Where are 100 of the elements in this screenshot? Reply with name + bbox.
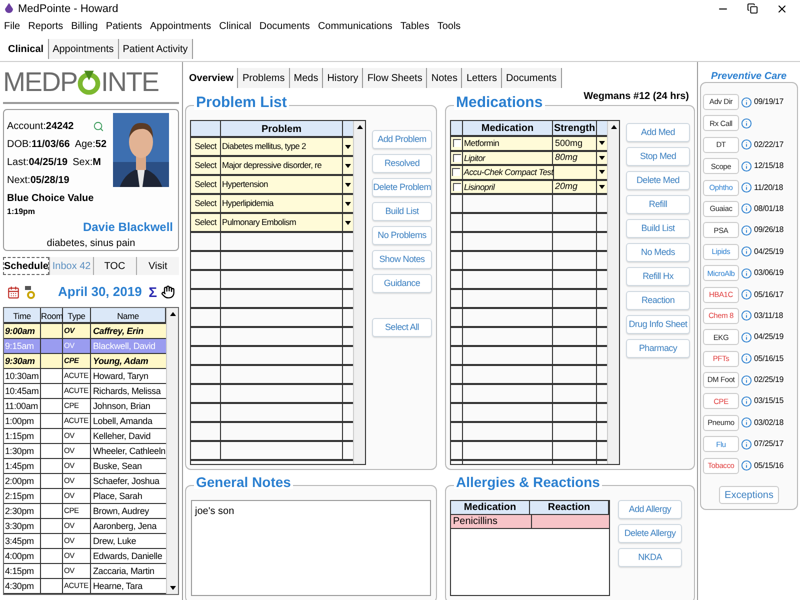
patient-field: DOB:11/03/66: [7, 137, 70, 152]
column-header: Medication: [451, 501, 530, 514]
action-button[interactable]: Delete Problem: [372, 178, 432, 197]
action-button[interactable]: Guidance: [372, 274, 432, 293]
select-button[interactable]: Select: [191, 157, 221, 174]
table-cell-text: Wheeler, Cathleeln: [92, 445, 166, 458]
action-button[interactable]: Select All: [372, 318, 432, 337]
tab[interactable]: History: [323, 68, 364, 88]
action-button[interactable]: Build List: [372, 202, 432, 221]
menu-item[interactable]: Billing: [71, 18, 98, 34]
tab[interactable]: Flow Sheets: [363, 68, 428, 88]
column-header: Time: [4, 308, 41, 322]
sum-symbol[interactable]: Σ: [148, 282, 157, 302]
care-date: 05/16/17: [754, 288, 784, 301]
tab[interactable]: Problems: [238, 68, 290, 88]
table-cell-text: Blackwell, David: [92, 340, 156, 353]
menu-item[interactable]: Tools: [437, 18, 461, 34]
problem-dropdown[interactable]: Hypertension: [221, 176, 343, 193]
select-button[interactable]: Select: [191, 176, 221, 193]
notes-field[interactable]: joe's son: [191, 500, 431, 596]
table-cell: 10:45am: [4, 384, 41, 398]
action-button[interactable]: Drug Info Sheet: [626, 315, 690, 334]
care-date: 03/15/15: [754, 395, 784, 408]
appointment-time: 1:19pm: [7, 206, 36, 218]
action-button[interactable]: Stop Med: [626, 147, 690, 166]
table-cell: 2:15pm: [4, 489, 41, 503]
problem-dropdown[interactable]: Hyperlipidemia: [221, 195, 343, 212]
column-header: Problem: [221, 121, 343, 136]
table-cell: 9:15am: [4, 339, 41, 353]
table-cell: 3:45pm: [4, 534, 41, 548]
patient-field: Sex:M: [72, 155, 101, 170]
menu-item[interactable]: Appointments: [150, 18, 212, 34]
menu-item[interactable]: Communications: [318, 18, 392, 34]
action-button[interactable]: Resolved: [372, 154, 432, 173]
logo-text: MEDP: [3, 68, 78, 96]
table-cell-text: Drew, Luke: [92, 535, 138, 548]
table-cell: 1:15pm: [4, 429, 41, 443]
table-cell: Lipitor: [463, 152, 553, 164]
action-button[interactable]: Refill Hx: [626, 267, 690, 286]
action-button[interactable]: Show Notes: [372, 250, 432, 269]
care-date: 03/06/19: [754, 267, 784, 280]
panel-title: Preventive Care: [709, 72, 789, 82]
table-cell: 1:30pm: [4, 444, 41, 458]
problem-dropdown[interactable]: Pulmonary Embolism: [221, 214, 343, 231]
table-cell: 500mg: [555, 136, 583, 150]
table-cell-text: Aaronberg, Jena: [92, 520, 158, 533]
problem-dropdown[interactable]: Major depressive disorder, re: [221, 157, 343, 174]
action-button[interactable]: Add Med: [626, 123, 690, 142]
tab[interactable]: Meds: [290, 68, 324, 88]
tab[interactable]: Schedule: [3, 257, 50, 275]
care-date: 12/15/18: [754, 160, 784, 172]
care-date: 04/25/19: [754, 246, 784, 258]
care-date: 11/20/18: [754, 182, 783, 194]
logo-text: INTE: [101, 68, 159, 96]
action-button[interactable]: Add Problem: [372, 130, 432, 149]
action-button[interactable]: No Meds: [626, 243, 690, 262]
select-button[interactable]: Select: [191, 138, 221, 155]
tab[interactable]: Visit: [136, 257, 179, 275]
care-date: 04/25/19: [754, 331, 784, 344]
action-button[interactable]: Add Allergy: [618, 500, 682, 519]
menu-item[interactable]: File: [4, 18, 20, 34]
table-cell: 4:00pm: [4, 549, 41, 563]
action-button[interactable]: Reaction: [626, 291, 690, 310]
action-button[interactable]: Refill: [626, 195, 690, 214]
tab[interactable]: Appointments: [48, 39, 119, 59]
menu-item[interactable]: Patients: [106, 18, 142, 34]
tab[interactable]: Letters: [462, 68, 502, 88]
table-cell-text: Buske, Sean: [92, 460, 143, 473]
action-button[interactable]: Delete Med: [626, 171, 690, 190]
select-button[interactable]: Select: [191, 214, 221, 231]
select-button[interactable]: Select: [191, 195, 221, 212]
column-header: Type: [63, 308, 91, 322]
table-cell: 1:45pm: [4, 459, 41, 473]
action-button[interactable]: Pharmacy: [626, 339, 690, 358]
table-cell-text: Lobell, Amanda: [92, 415, 154, 428]
action-button[interactable]: Delete Allergy: [618, 524, 682, 543]
tab[interactable]: Notes: [427, 68, 462, 88]
problem-dropdown[interactable]: Diabetes mellitus, type 2: [221, 138, 343, 155]
menu-item[interactable]: Documents: [259, 18, 310, 34]
care-date: 09/19/17: [754, 96, 784, 108]
window-title: MedPointe - Howard: [18, 2, 118, 17]
action-button[interactable]: NKDA: [618, 548, 682, 567]
table-cell-text: Caffrey, Erin: [92, 325, 144, 338]
table-cell: 9:00am: [4, 324, 41, 338]
schedule-date: April 30, 2019: [58, 283, 142, 302]
column-header: Medication: [463, 121, 553, 135]
exceptions-button[interactable]: Exceptions: [719, 486, 779, 504]
tab[interactable]: Documents: [502, 68, 562, 88]
table-cell-text: Howard, Taryn: [92, 370, 150, 383]
tab[interactable]: TOC: [92, 257, 136, 275]
menu-item[interactable]: Reports: [28, 18, 64, 34]
table-cell-text: Edwards, Danielle: [92, 550, 164, 563]
action-button[interactable]: Build List: [626, 219, 690, 238]
action-button[interactable]: No Problems: [372, 226, 432, 245]
menu-item[interactable]: Tables: [400, 18, 430, 34]
allergy-row[interactable]: Penicillins: [451, 515, 609, 529]
menu-item[interactable]: Clinical: [219, 18, 252, 34]
table-cell-text: Richards, Melissa: [92, 385, 162, 398]
table-cell-text: Schaefer, Joshua: [92, 475, 160, 488]
tab[interactable]: Patient Activity: [118, 39, 193, 59]
